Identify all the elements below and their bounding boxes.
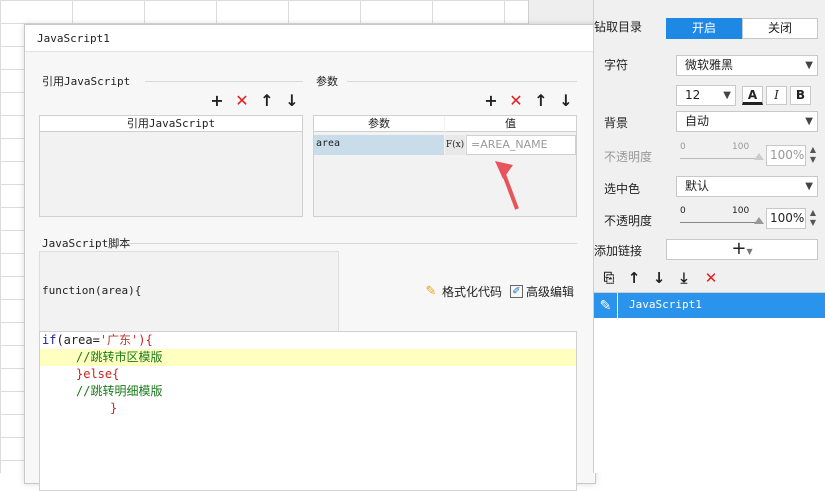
font-color-button[interactable]: A	[742, 86, 763, 105]
font-value: 微软雅黑	[685, 58, 734, 72]
javascript-dialog: JavaScript1 引用JavaScript + ✕ ↑ ↓ 引用JavaS…	[24, 24, 596, 491]
script-label: JavaScript脚本	[42, 237, 131, 250]
selection-color-value: 默认	[685, 179, 710, 193]
code-editor[interactable]: if(area='广东'){ //跳转市区模版 }else{ //跳转明细模版 …	[39, 331, 577, 491]
param-name-header: 参数	[314, 116, 444, 132]
param-value-header: 值	[445, 116, 576, 132]
selection-color-select[interactable]: 默认 ▼	[676, 176, 818, 197]
param-label: 参数	[316, 75, 338, 88]
param-delete-icon[interactable]: ✕	[507, 91, 525, 110]
advanced-edit-button[interactable]: ✐ 高级编辑	[510, 283, 574, 300]
remove-icon[interactable]: ✕	[702, 269, 720, 287]
function-signature: function(area){	[39, 251, 339, 333]
right-panel: 钻取目录 开启 关闭 字符 微软雅黑 ▼ 12 ▼ A I B 背景 自动 ▼ …	[593, 0, 825, 473]
drill-label: 钻取目录	[594, 20, 643, 34]
move-down-icon[interactable]: ↓	[650, 269, 668, 287]
link-list: ✎ JavaScript1	[594, 292, 825, 473]
add-link-label: 添加链接	[594, 244, 643, 258]
link-item-javascript1[interactable]: ✎ JavaScript1	[594, 293, 825, 318]
italic-button[interactable]: I	[766, 86, 787, 105]
chevron-down-icon: ▼	[805, 116, 813, 127]
function-signature-text: function(area){	[42, 284, 142, 297]
ref-js-divider	[145, 81, 303, 82]
script-divider	[125, 243, 577, 244]
move-up-icon[interactable]: ↑	[625, 269, 643, 287]
formula-icon[interactable]: F(x)	[445, 135, 465, 155]
pencil-icon[interactable]: ✎	[594, 293, 618, 318]
code-line-4: //跳转明细模版	[76, 384, 163, 398]
param-row-area[interactable]: area	[314, 135, 444, 155]
brush-icon: ✎	[425, 284, 437, 299]
ref-arrow-down-icon[interactable]: ↓	[283, 91, 301, 110]
slider-max: 100	[732, 142, 750, 152]
code-line-2: //跳转市区模版	[40, 349, 576, 366]
copy-icon[interactable]: ⎘	[600, 269, 618, 287]
advanced-edit-label: 高级编辑	[526, 285, 575, 299]
param-table: 参数 值 area F(x) =AREA_NAME	[313, 115, 577, 217]
bold-button[interactable]: B	[790, 86, 811, 105]
code-line-5: }	[110, 401, 118, 415]
font-size-select[interactable]: 12 ▼	[676, 85, 736, 106]
slider-min: 0	[680, 142, 686, 152]
edit-icon: ✐	[510, 285, 523, 298]
background-label: 背景	[604, 116, 629, 130]
chevron-down-icon: ▼	[746, 247, 753, 256]
code-line-3: }else{	[76, 367, 120, 381]
param-row-name: area	[316, 138, 341, 149]
ref-add-icon[interactable]: +	[208, 91, 226, 110]
ref-js-table: 引用JavaScript	[39, 115, 303, 217]
slider2-thumb[interactable]	[754, 217, 764, 224]
background-value: 自动	[685, 114, 710, 128]
param-add-icon[interactable]: +	[482, 91, 500, 110]
opacity2-input[interactable]: 100%	[766, 208, 806, 229]
param-divider	[347, 81, 577, 82]
selection-color-label: 选中色	[604, 182, 641, 196]
ref-delete-icon[interactable]: ✕	[233, 91, 251, 110]
ref-js-column-header: 引用JavaScript	[40, 116, 302, 132]
param-arrow-down-icon[interactable]: ↓	[557, 91, 575, 110]
format-code-label: 格式化代码	[442, 285, 503, 299]
drill-on-button[interactable]: 开启	[666, 18, 742, 39]
opacity2-stepper[interactable]: ▲ ▼	[807, 208, 819, 229]
font-label: 字符	[604, 58, 629, 72]
annotation-arrow-icon	[495, 161, 519, 210]
opacity2-slider[interactable]: 0 100	[680, 204, 764, 234]
add-link-button[interactable]: +▼	[666, 239, 818, 260]
opacity-label: 不透明度	[604, 150, 653, 164]
font-size-value: 12	[685, 88, 701, 102]
ref-js-label: 引用JavaScript	[42, 75, 131, 88]
opacity-slider: 0 100	[680, 140, 764, 170]
slider2-max: 100	[732, 206, 750, 216]
chevron-down-icon: ▼	[723, 90, 731, 101]
param-arrow-up-icon[interactable]: ↑	[532, 91, 550, 110]
slider-thumb	[754, 153, 764, 160]
chevron-down-icon: ▼	[805, 60, 813, 71]
opacity-input: 100%	[766, 145, 806, 166]
chevron-down-icon: ▼	[805, 181, 813, 192]
opacity-stepper: ▲ ▼	[809, 145, 817, 164]
background-select[interactable]: 自动 ▼	[676, 111, 818, 132]
opacity2-label: 不透明度	[604, 214, 653, 228]
link-item-label: JavaScript1	[629, 298, 702, 311]
code-line-1: if(area='广东'){	[42, 333, 153, 347]
dialog-title: JavaScript1	[25, 25, 595, 52]
font-select[interactable]: 微软雅黑 ▼	[676, 55, 818, 76]
move-bottom-icon[interactable]: ⤓	[675, 269, 693, 287]
add-link-plus-icon: +	[731, 238, 747, 259]
drill-off-button[interactable]: 关闭	[742, 18, 818, 39]
format-code-button[interactable]: ✎ 格式化代码	[423, 283, 502, 300]
param-value-input[interactable]: =AREA_NAME	[466, 135, 576, 155]
slider2-min: 0	[680, 206, 686, 216]
ref-arrow-up-icon[interactable]: ↑	[258, 91, 276, 110]
